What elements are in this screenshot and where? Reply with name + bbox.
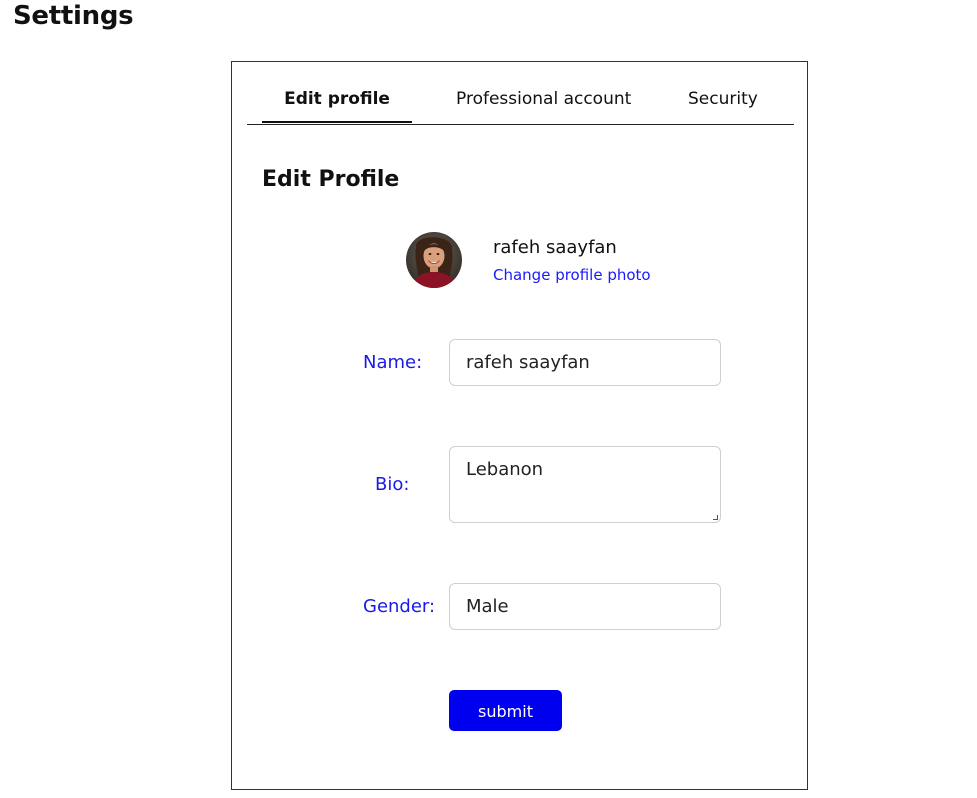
edit-profile-heading: Edit Profile [262,167,400,192]
settings-card: Edit profile Professional account Securi… [231,61,808,790]
tab-security[interactable]: Security [688,88,758,110]
bio-label: Bio: [375,474,410,495]
active-tab-indicator [262,121,412,123]
gender-input[interactable]: Male [449,583,721,630]
settings-tabs: Edit profile Professional account Securi… [247,62,794,125]
tab-professional-account[interactable]: Professional account [456,88,631,110]
resize-handle-icon[interactable] [713,515,718,520]
change-profile-photo-link[interactable]: Change profile photo [493,265,651,285]
gender-label: Gender: [363,596,436,617]
bio-text: Lebanon [466,459,544,480]
page-title: Settings [13,1,134,31]
name-input[interactable]: rafeh saayfan [449,339,721,386]
profile-username: rafeh saayfan [493,237,617,258]
bio-textarea[interactable]: Lebanon [449,446,721,523]
name-label: Name: [363,352,423,373]
submit-button[interactable]: submit [449,690,562,731]
tab-edit-profile[interactable]: Edit profile [262,88,412,110]
profile-photo-icon [406,232,462,288]
avatar[interactable] [406,232,462,288]
